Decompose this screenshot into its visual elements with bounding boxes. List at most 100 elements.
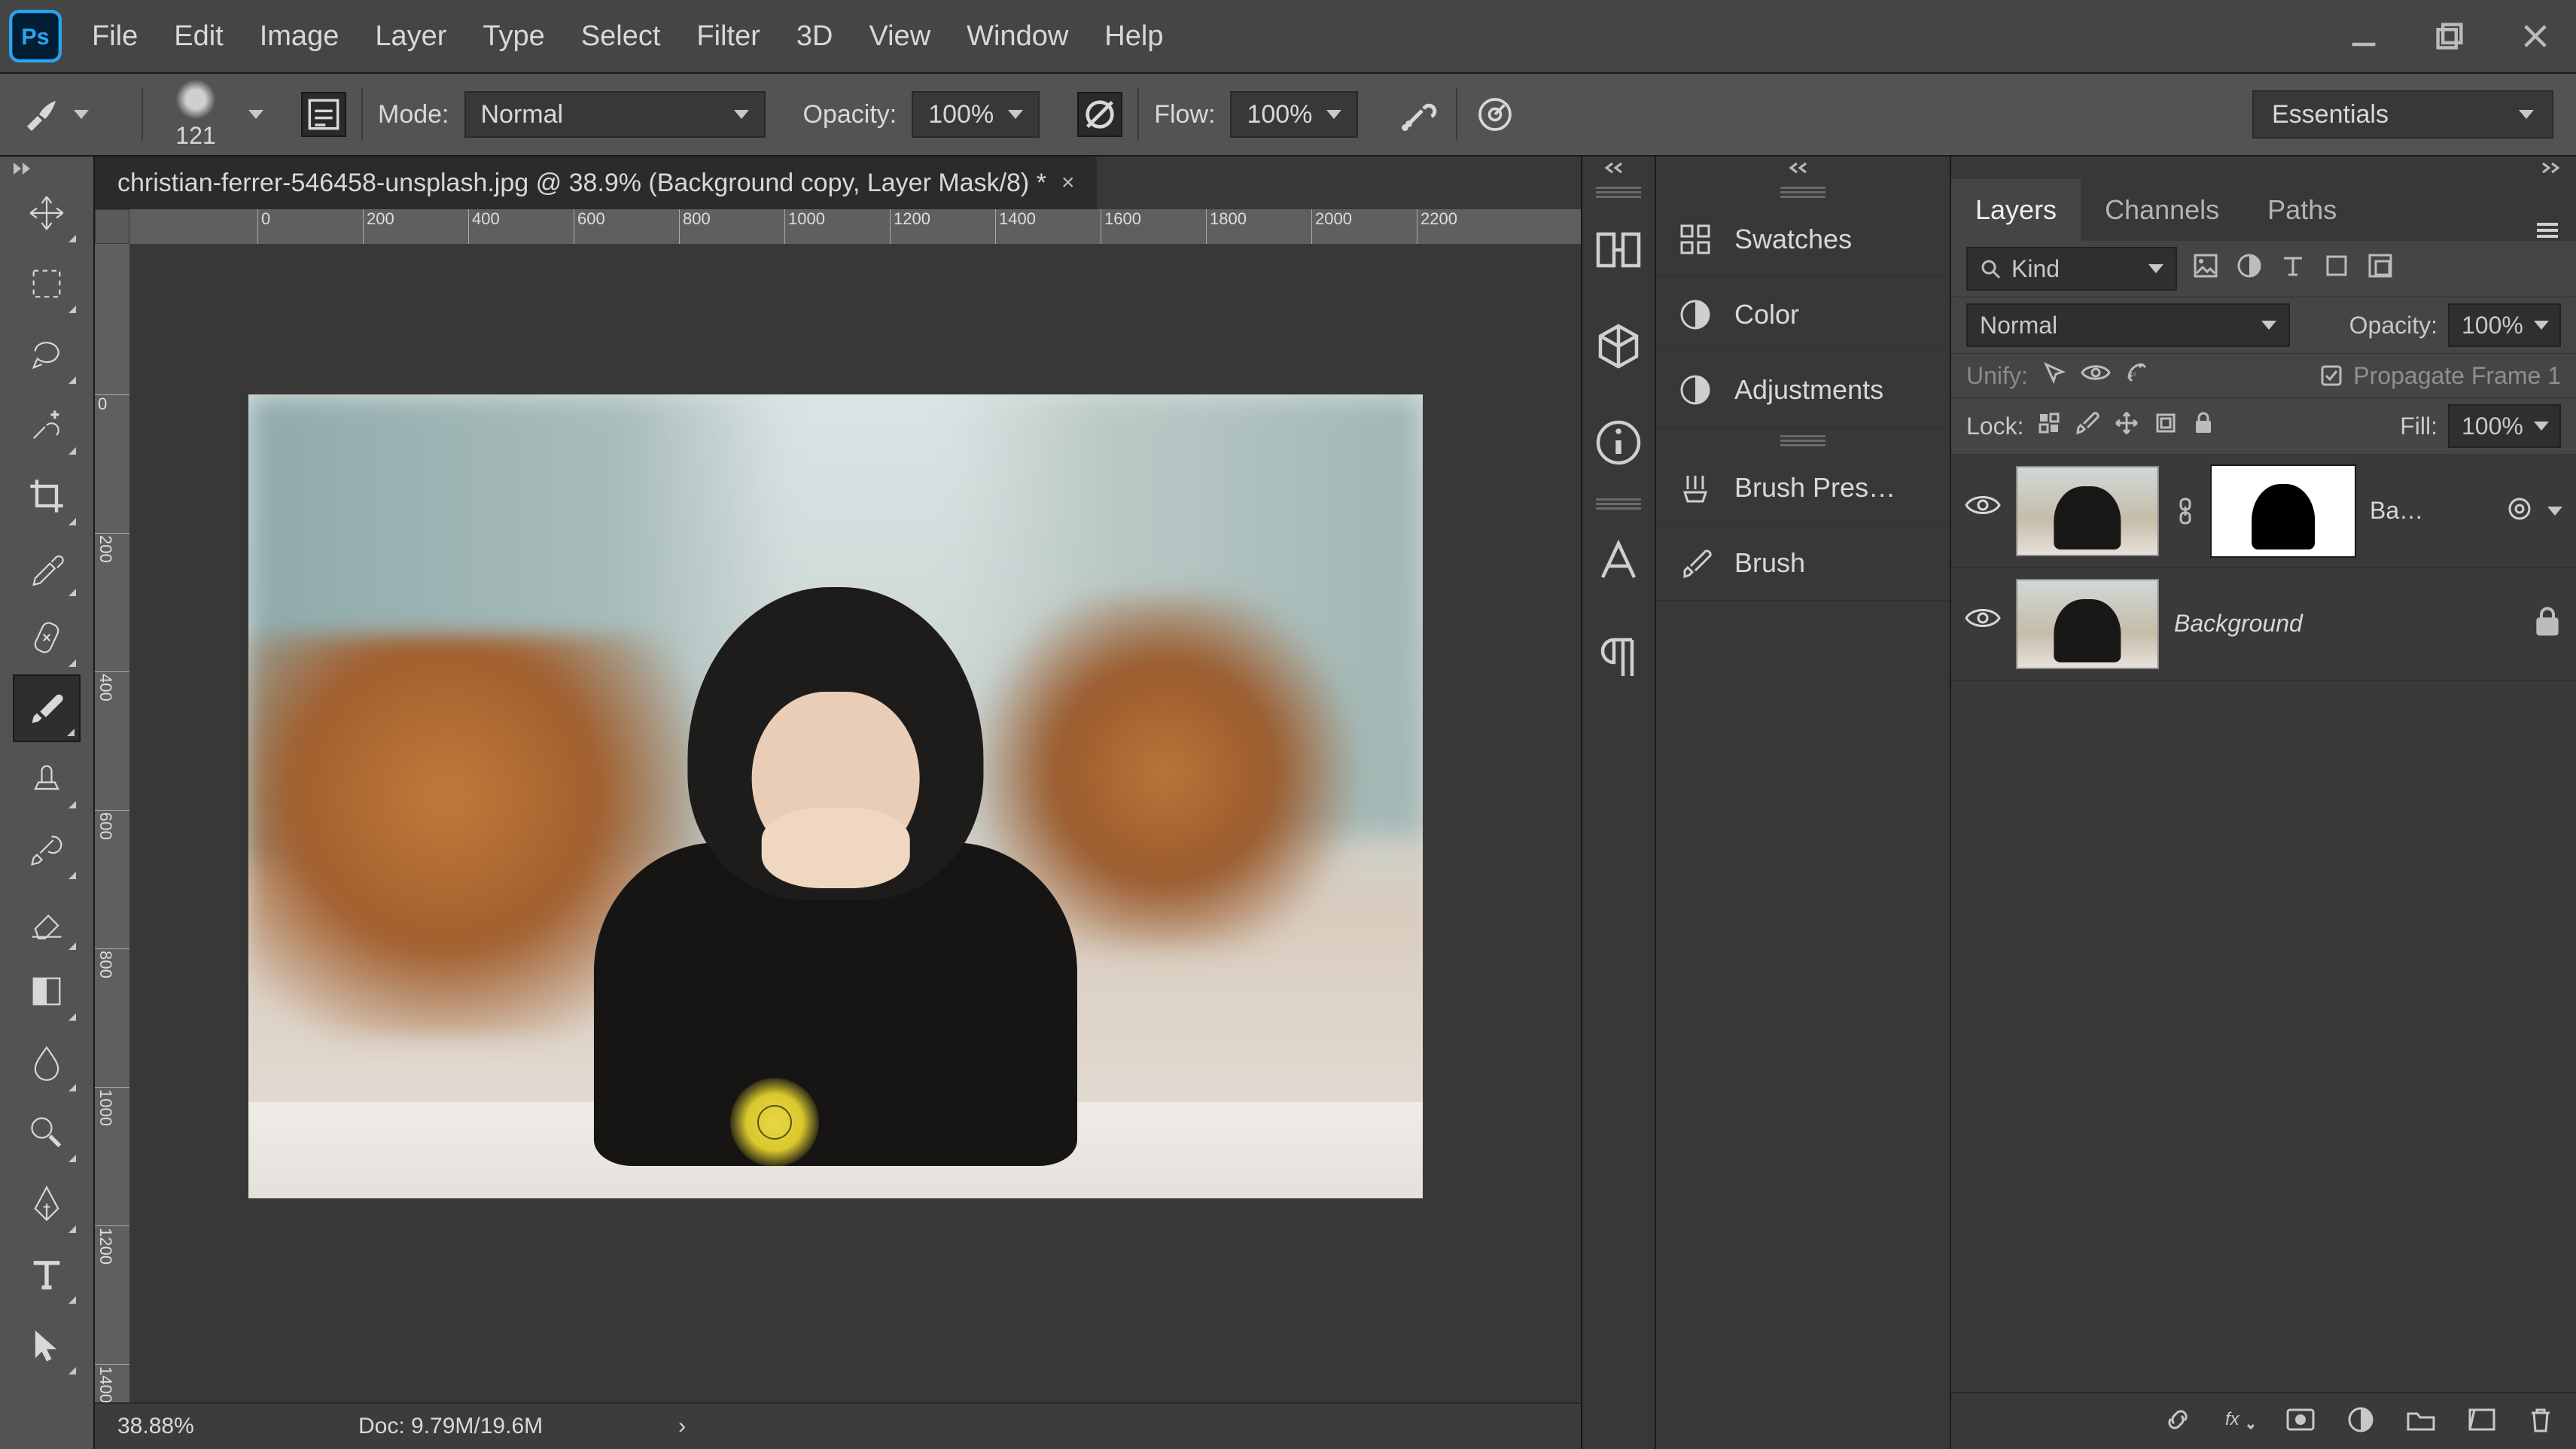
layer-row[interactable]: Background: [1951, 568, 2576, 680]
lock-pixels-icon[interactable]: [2037, 411, 2061, 441]
document-tab[interactable]: christian-ferrer-546458-unsplash.jpg @ 3…: [95, 157, 1097, 209]
layer-row[interactable]: Ba…: [1951, 455, 2576, 568]
rightpanel-collapse-icon[interactable]: [1951, 157, 2576, 179]
tab-layers[interactable]: Layers: [1951, 179, 2081, 241]
layer-opacity-select[interactable]: 100%: [2448, 303, 2561, 347]
menu-filter[interactable]: Filter: [696, 20, 760, 53]
layer-mask-icon[interactable]: [2285, 1408, 2316, 1435]
menu-file[interactable]: File: [92, 20, 138, 53]
layer-blend-mode[interactable]: Normal: [1966, 303, 2290, 347]
filter-adjust-icon[interactable]: [2234, 251, 2264, 287]
lock-artboard-icon[interactable]: [2153, 410, 2179, 442]
airbrush-icon[interactable]: [1396, 92, 1441, 137]
tool-clone-stamp[interactable]: [13, 745, 81, 813]
menu-image[interactable]: Image: [260, 20, 340, 53]
tool-history-brush[interactable]: [13, 816, 81, 884]
window-restore-icon[interactable]: [2433, 20, 2466, 53]
color-panel-button[interactable]: Color: [1656, 277, 1950, 352]
ruler-origin[interactable]: [95, 209, 129, 244]
tool-marquee[interactable]: [13, 250, 81, 318]
smart-filter-icon[interactable]: [2507, 496, 2532, 525]
pressure-size-icon[interactable]: [1472, 92, 1518, 137]
midpanel-collapse-icon[interactable]: [1656, 157, 1950, 179]
new-group-icon[interactable]: [2406, 1408, 2436, 1435]
tool-blur[interactable]: [13, 1028, 81, 1096]
unify-style-icon[interactable]: fx: [2124, 360, 2150, 391]
ruler-horizontal[interactable]: 0 200 400 600 800 1000 1200 1400 1600 18…: [129, 209, 1581, 244]
opacity-select[interactable]: 100%: [912, 91, 1040, 138]
image-canvas[interactable]: [248, 394, 1423, 1198]
lock-all-icon[interactable]: [2192, 410, 2215, 442]
new-adjustment-icon[interactable]: [2347, 1406, 2374, 1437]
tool-healing-brush[interactable]: [13, 604, 81, 671]
link-layers-icon[interactable]: [2163, 1405, 2192, 1438]
info-panel-icon[interactable]: [1591, 416, 1646, 470]
panel-menu-icon[interactable]: [2519, 220, 2576, 241]
brush-panel-button[interactable]: Brush: [1656, 525, 1950, 601]
canvas[interactable]: [129, 244, 1581, 1402]
menu-select[interactable]: Select: [581, 20, 661, 53]
tool-path-select[interactable]: [13, 1311, 81, 1379]
menu-layer[interactable]: Layer: [375, 20, 446, 53]
flow-select[interactable]: 100%: [1230, 91, 1358, 138]
tool-type[interactable]: [13, 1240, 81, 1308]
brush-presets-panel-button[interactable]: Brush Pres…: [1656, 450, 1950, 525]
unify-position-icon[interactable]: [2042, 360, 2067, 391]
3d-panel-icon[interactable]: [1591, 319, 1646, 373]
menu-help[interactable]: Help: [1104, 20, 1163, 53]
propagate-frame-toggle[interactable]: Propagate Frame 1: [2320, 362, 2561, 390]
pressure-opacity-icon[interactable]: [1077, 92, 1122, 137]
menu-type[interactable]: Type: [483, 20, 544, 53]
status-more-icon[interactable]: ›: [678, 1414, 686, 1439]
tool-dodge[interactable]: [13, 1099, 81, 1167]
menu-view[interactable]: View: [869, 20, 930, 53]
history-panel-icon[interactable]: [1591, 223, 1646, 277]
brush-panel-toggle-icon[interactable]: [301, 92, 346, 137]
menu-3d[interactable]: 3D: [796, 20, 833, 53]
ruler-vertical[interactable]: 0 200 400 600 800 1000 1200 1400: [95, 244, 129, 1402]
document-info[interactable]: Doc: 9.79M/19.6M: [358, 1414, 543, 1439]
tab-paths[interactable]: Paths: [2243, 179, 2361, 241]
panel-grip-icon[interactable]: [1780, 185, 1825, 199]
layer-mask-thumbnail[interactable]: [2212, 466, 2355, 556]
dock-collapse-icon[interactable]: [1582, 157, 1655, 179]
tool-eyedropper[interactable]: [13, 533, 81, 601]
zoom-level[interactable]: 38.88%: [117, 1414, 268, 1439]
layer-fill-select[interactable]: 100%: [2448, 404, 2561, 448]
new-layer-icon[interactable]: [2468, 1408, 2496, 1435]
tool-pen[interactable]: [13, 1170, 81, 1237]
mask-link-icon[interactable]: [2174, 496, 2197, 526]
tool-preset[interactable]: [23, 96, 89, 132]
filter-smart-icon[interactable]: [2365, 251, 2395, 287]
tool-gradient[interactable]: [13, 957, 81, 1025]
swatches-panel-button[interactable]: Swatches: [1656, 202, 1950, 277]
tool-crop[interactable]: [13, 462, 81, 530]
layer-thumbnail[interactable]: [2016, 579, 2159, 669]
layer-thumbnail[interactable]: [2016, 466, 2159, 556]
lock-position-icon[interactable]: [2114, 410, 2139, 442]
panel-grip-icon[interactable]: [1780, 434, 1825, 447]
window-minimize-icon[interactable]: [2347, 20, 2380, 53]
delete-layer-icon[interactable]: [2528, 1405, 2553, 1438]
dock-grip-icon[interactable]: [1596, 185, 1641, 199]
tool-quick-select[interactable]: [13, 391, 81, 459]
close-tab-icon[interactable]: ×: [1061, 170, 1075, 196]
tool-lasso[interactable]: [13, 321, 81, 388]
blend-mode-select[interactable]: Normal: [464, 91, 766, 138]
tool-eraser[interactable]: [13, 887, 81, 954]
menu-window[interactable]: Window: [967, 20, 1068, 53]
window-close-icon[interactable]: [2519, 20, 2552, 53]
tool-move[interactable]: [13, 179, 81, 247]
paragraph-panel-icon[interactable]: [1591, 631, 1646, 685]
layer-lock-icon[interactable]: [2532, 604, 2562, 642]
filter-shape-icon[interactable]: [2322, 251, 2352, 287]
character-panel-icon[interactable]: [1591, 534, 1646, 589]
visibility-toggle-icon[interactable]: [1965, 606, 2001, 642]
unify-visibility-icon[interactable]: [2081, 361, 2111, 390]
filter-pixel-icon[interactable]: [2191, 251, 2221, 287]
filter-type-icon[interactable]: [2278, 251, 2308, 287]
workspace-select[interactable]: Essentials: [2252, 90, 2553, 139]
tool-brush[interactable]: [13, 674, 81, 742]
layer-name[interactable]: Background: [2174, 610, 2517, 638]
dock-grip-icon[interactable]: [1596, 497, 1641, 510]
